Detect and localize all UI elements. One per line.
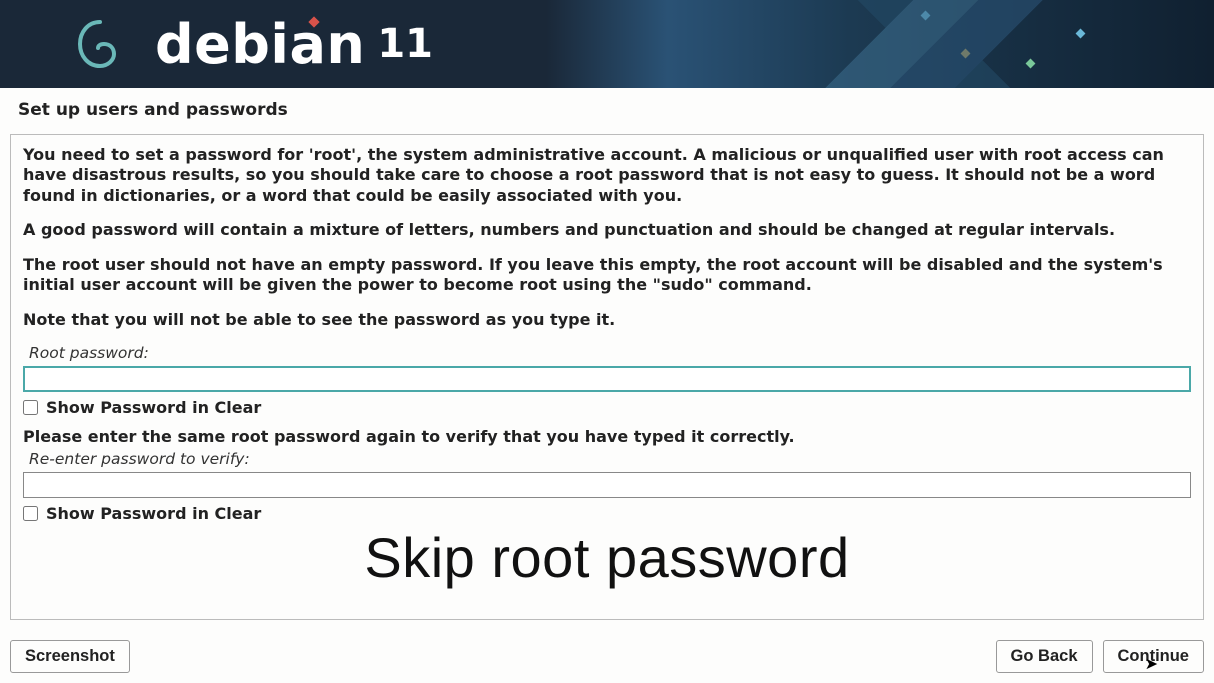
- instruction-paragraph: A good password will contain a mixture o…: [23, 220, 1191, 240]
- continue-button[interactable]: Continue: [1103, 640, 1205, 673]
- decor-icon: [1076, 29, 1086, 39]
- verify-password-input[interactable]: [23, 472, 1191, 498]
- decor-icon: [921, 11, 931, 21]
- decor-icon: [961, 49, 971, 59]
- go-back-button[interactable]: Go Back: [996, 640, 1093, 673]
- screenshot-button[interactable]: Screenshot: [10, 640, 130, 673]
- root-password-input[interactable]: [23, 366, 1191, 392]
- instruction-paragraph: The root user should not have an empty p…: [23, 255, 1191, 296]
- overlay-caption: Skip root password: [11, 525, 1203, 590]
- verify-instruction: Please enter the same root password agai…: [23, 427, 1191, 446]
- verify-password-label: Re-enter password to verify:: [29, 450, 1191, 468]
- installer-header: debian 11: [0, 0, 1214, 88]
- instruction-paragraph: You need to set a password for 'root', t…: [23, 145, 1191, 206]
- show-password-2-label: Show Password in Clear: [46, 504, 261, 523]
- page-title: Set up users and passwords: [0, 88, 1214, 128]
- show-password-1-checkbox[interactable]: [23, 400, 38, 415]
- brand-name: debian: [155, 13, 365, 76]
- decor-icon: [1026, 59, 1036, 69]
- root-password-label: Root password:: [29, 344, 1191, 362]
- show-password-1-label: Show Password in Clear: [46, 398, 261, 417]
- content-frame: You need to set a password for 'root', t…: [10, 134, 1204, 620]
- brand-version: 11: [377, 21, 433, 67]
- show-password-2-checkbox[interactable]: [23, 506, 38, 521]
- debian-swirl-icon: [70, 14, 130, 74]
- instruction-paragraph: Note that you will not be able to see th…: [23, 310, 1191, 330]
- button-bar: Screenshot Go Back Continue: [10, 640, 1204, 673]
